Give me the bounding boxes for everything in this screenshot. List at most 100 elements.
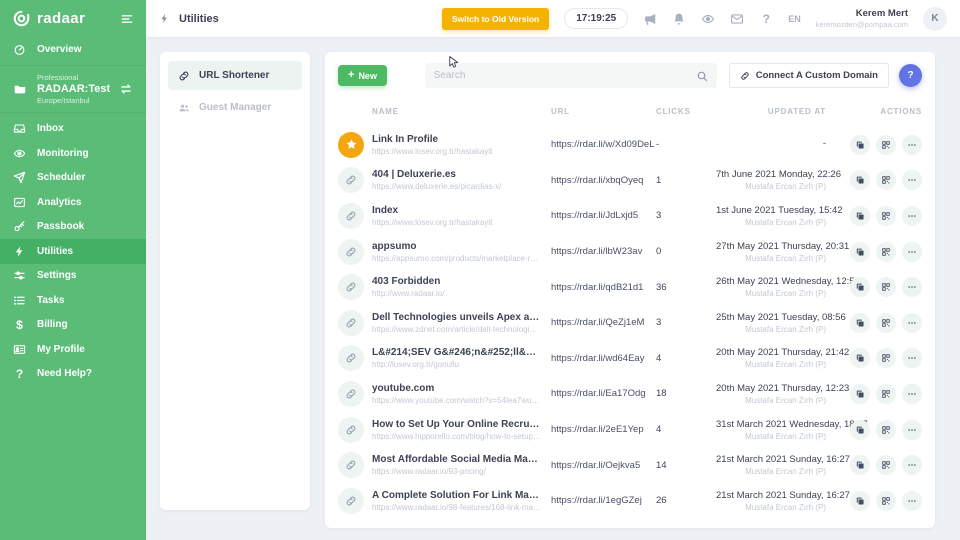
row-name[interactable]: youtube.com — [372, 383, 541, 394]
qr-code-icon[interactable] — [876, 242, 896, 262]
table-row[interactable]: 403 Forbidden http://www.radaar.io/ http… — [338, 269, 922, 305]
more-options-icon[interactable] — [902, 313, 922, 333]
table-row[interactable]: Dell Technologies unveils Apex as-a-serv… — [338, 305, 922, 341]
switch-to-old-version-button[interactable]: Switch to Old Version — [442, 8, 549, 30]
more-options-icon[interactable] — [902, 170, 922, 190]
sidebar-item-settings[interactable]: Settings — [0, 264, 146, 289]
more-options-icon[interactable] — [902, 491, 922, 511]
copy-icon[interactable] — [850, 455, 870, 475]
question-icon[interactable]: ? — [759, 12, 773, 26]
more-options-icon[interactable] — [902, 348, 922, 368]
row-name[interactable]: 404 | Deluxerie.es — [372, 169, 541, 180]
more-options-icon[interactable] — [902, 384, 922, 404]
sidebar-item-billing[interactable]: $Billing — [0, 313, 146, 338]
sidebar-item-monitoring[interactable]: Monitoring — [0, 141, 146, 166]
table-row[interactable]: Link In Profile https://www.losev.org.tr… — [338, 127, 922, 163]
table-row[interactable]: youtube.com https://www.youtube.com/watc… — [338, 376, 922, 412]
sidebar-item-passbook[interactable]: Passbook — [0, 215, 146, 240]
row-name[interactable]: Link In Profile — [372, 134, 541, 145]
sidebar-item-inbox[interactable]: Inbox — [0, 117, 146, 142]
table-row[interactable]: 404 | Deluxerie.es https://www.deluxerie… — [338, 163, 922, 199]
user-menu[interactable]: Kerem Mert keremozden@pompaa.com — [816, 8, 908, 29]
language-selector[interactable]: EN — [788, 14, 801, 24]
switch-workspace-icon[interactable] — [119, 82, 133, 96]
row-short-url[interactable]: https://rdar.li/QeZj1eM — [551, 317, 656, 328]
more-options-icon[interactable] — [902, 135, 922, 155]
row-short-url[interactable]: https://rdar.li/w/Xd09DeL — [551, 139, 656, 150]
row-short-url[interactable]: https://rdar.li/1egGZej — [551, 495, 656, 506]
help-button[interactable]: ? — [899, 64, 922, 87]
row-short-url[interactable]: https://rdar.li/Oejkva5 — [551, 460, 656, 471]
qr-code-icon[interactable] — [876, 420, 896, 440]
row-name[interactable]: appsumo — [372, 241, 541, 252]
copy-icon[interactable] — [850, 348, 870, 368]
sidebar-item-utilities[interactable]: Utilities — [0, 239, 146, 264]
sidebar-item-overview[interactable]: Overview — [0, 37, 146, 62]
table-row[interactable]: appsumo https://appsumo.com/products/mar… — [338, 234, 922, 270]
sidebar-item-label: Scheduler — [37, 172, 85, 183]
row-name[interactable]: 403 Forbidden — [372, 276, 541, 287]
eye-icon[interactable] — [701, 12, 715, 26]
subnav-item-url-shortener[interactable]: URL Shortener — [168, 61, 302, 90]
row-name[interactable]: Dell Technologies unveils Apex as-a-serv… — [372, 312, 541, 323]
sidebar-item-need-help[interactable]: ?Need Help? — [0, 362, 146, 387]
row-short-url[interactable]: https://rdar.li/wd64Eay — [551, 353, 656, 364]
more-options-icon[interactable] — [902, 242, 922, 262]
search-icon[interactable] — [696, 70, 708, 82]
more-options-icon[interactable] — [902, 206, 922, 226]
sidebar-collapse-icon[interactable] — [120, 12, 134, 26]
copy-icon[interactable] — [850, 491, 870, 511]
row-name[interactable]: A Complete Solution For Link Management — [372, 490, 541, 501]
table-row[interactable]: Index https://www.losev.org.tr/hastakayi… — [338, 198, 922, 234]
envelope-icon[interactable] — [730, 12, 744, 26]
row-short-url[interactable]: https://rdar.li/lbW23av — [551, 246, 656, 257]
row-short-url[interactable]: https://rdar.li/JdLxjd5 — [551, 210, 656, 221]
qr-code-icon[interactable] — [876, 491, 896, 511]
row-name[interactable]: L&#214;SEV G&#246;n&#252;ll&#252; &#214;… — [372, 347, 541, 358]
connect-custom-domain-button[interactable]: Connect A Custom Domain — [729, 63, 889, 88]
row-short-url[interactable]: https://rdar.li/qdB21d1 — [551, 282, 656, 293]
more-options-icon[interactable] — [902, 277, 922, 297]
qr-code-icon[interactable] — [876, 313, 896, 333]
row-short-url[interactable]: https://rdar.li/Ea17Odg — [551, 388, 656, 399]
clock-display[interactable]: 17:19:25 — [564, 8, 628, 29]
table-row[interactable]: How to Set Up Your Online Recruitment Pr… — [338, 412, 922, 448]
qr-code-icon[interactable] — [876, 135, 896, 155]
workspace-switcher[interactable]: Professional RADAAR:Test Europe/Istanbul — [0, 65, 146, 113]
row-name[interactable]: Most Affordable Social Media Management … — [372, 454, 541, 465]
table-row[interactable]: L&#214;SEV G&#246;n&#252;ll&#252; &#214;… — [338, 341, 922, 377]
qr-code-icon[interactable] — [876, 170, 896, 190]
row-name[interactable]: How to Set Up Your Online Recruitment Pr… — [372, 419, 541, 430]
new-button[interactable]: + New — [338, 65, 387, 86]
sidebar-item-tasks[interactable]: Tasks — [0, 288, 146, 313]
sidebar-item-analytics[interactable]: Analytics — [0, 190, 146, 215]
row-source-url: http://www.radaar.io/ — [372, 289, 541, 298]
copy-icon[interactable] — [850, 277, 870, 297]
bell-icon[interactable] — [672, 12, 686, 26]
copy-icon[interactable] — [850, 170, 870, 190]
row-short-url[interactable]: https://rdar.li/xbqOyeq — [551, 175, 656, 186]
more-options-icon[interactable] — [902, 420, 922, 440]
copy-icon[interactable] — [850, 313, 870, 333]
sidebar-item-my-profile[interactable]: My Profile — [0, 337, 146, 362]
megaphone-icon[interactable] — [643, 12, 657, 26]
more-options-icon[interactable] — [902, 455, 922, 475]
search-input[interactable] — [434, 70, 696, 81]
qr-code-icon[interactable] — [876, 206, 896, 226]
row-short-url[interactable]: https://rdar.li/2eE1Yep — [551, 424, 656, 435]
copy-icon[interactable] — [850, 242, 870, 262]
qr-code-icon[interactable] — [876, 277, 896, 297]
table-row[interactable]: A Complete Solution For Link Management … — [338, 483, 922, 519]
row-name[interactable]: Index — [372, 205, 541, 216]
copy-icon[interactable] — [850, 206, 870, 226]
copy-icon[interactable] — [850, 135, 870, 155]
qr-code-icon[interactable] — [876, 384, 896, 404]
subnav-item-guest-manager[interactable]: Guest Manager — [168, 93, 302, 122]
avatar[interactable]: K — [923, 7, 947, 31]
sidebar-item-scheduler[interactable]: Scheduler — [0, 166, 146, 191]
table-row[interactable]: Most Affordable Social Media Management … — [338, 447, 922, 483]
copy-icon[interactable] — [850, 420, 870, 440]
qr-code-icon[interactable] — [876, 348, 896, 368]
copy-icon[interactable] — [850, 384, 870, 404]
qr-code-icon[interactable] — [876, 455, 896, 475]
